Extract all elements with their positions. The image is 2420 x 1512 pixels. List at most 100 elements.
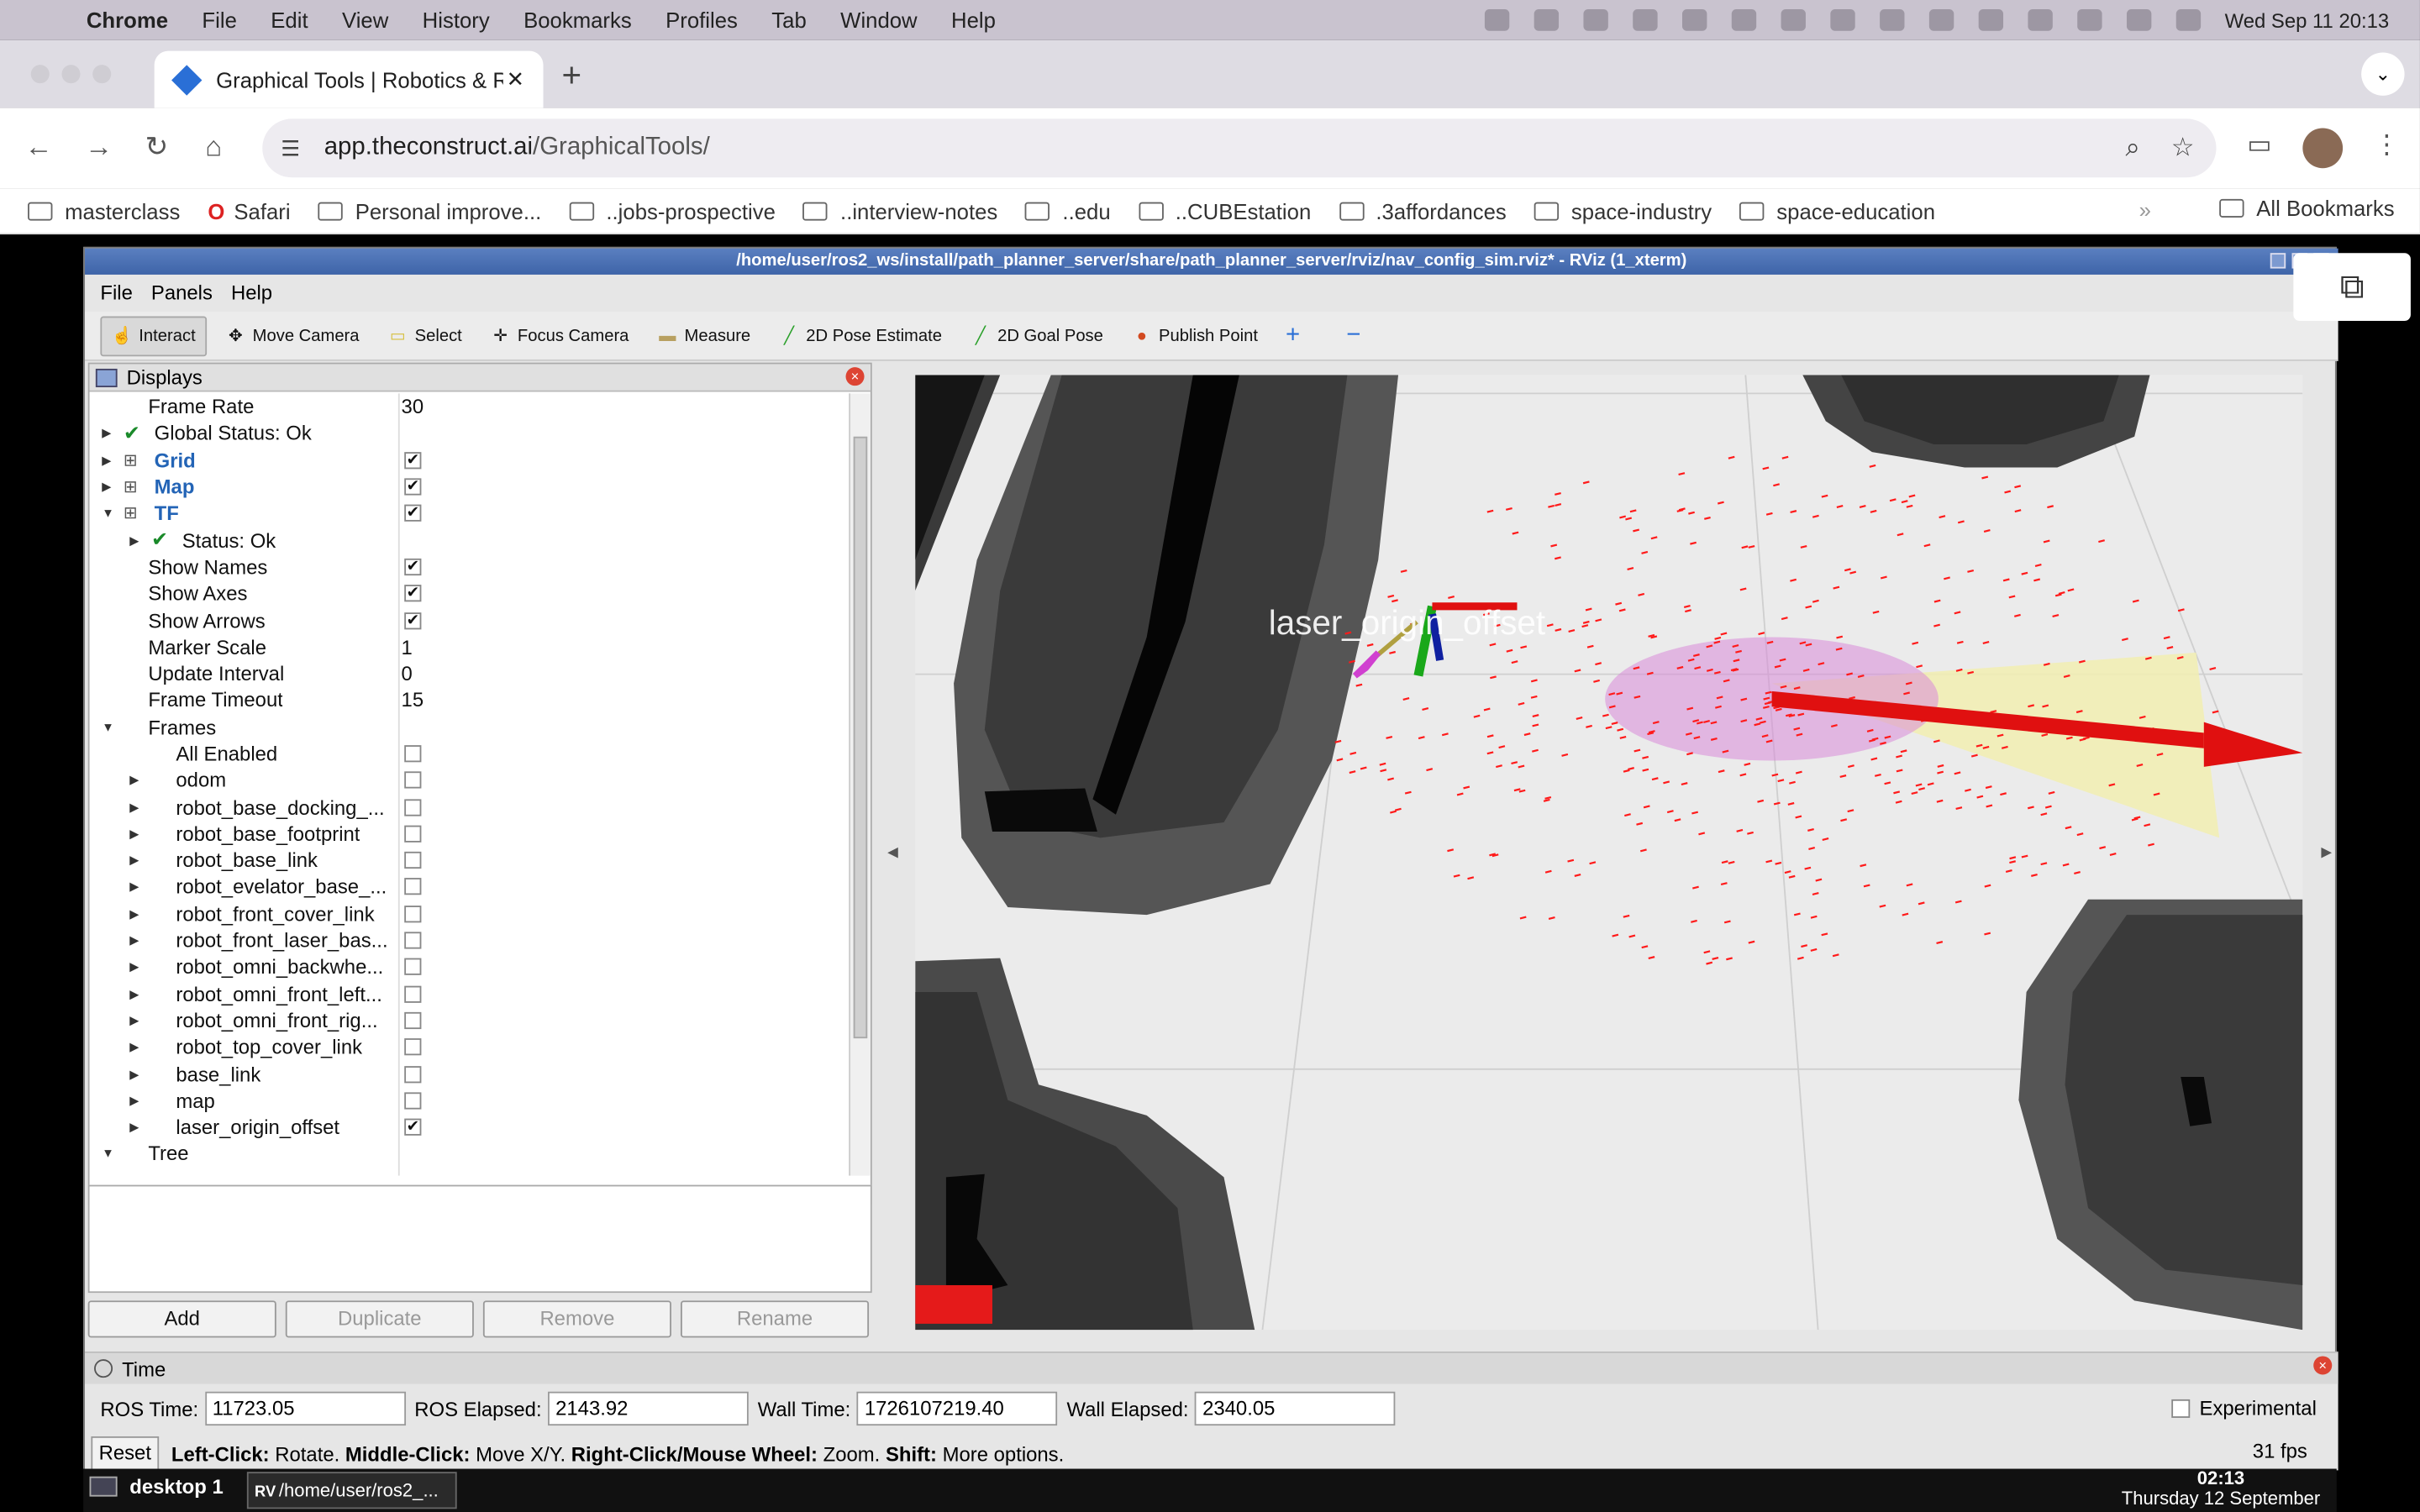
checkbox-unchecked[interactable]: [404, 745, 422, 763]
tree-row[interactable]: ▶ robot_evelator_base_...: [90, 874, 850, 900]
tool-measure[interactable]: ▬ Measure: [647, 316, 760, 356]
expand-arrow-icon[interactable]: ▶: [129, 960, 139, 974]
minimize-icon[interactable]: [2270, 253, 2286, 269]
volume-icon[interactable]: [1829, 9, 1854, 31]
collapse-left-icon[interactable]: ◀: [887, 844, 898, 861]
expand-arrow-icon[interactable]: ▶: [129, 1121, 139, 1135]
menu-profiles[interactable]: Profiles: [666, 8, 738, 32]
tool-move-camera[interactable]: ✥ Move Camera: [216, 316, 369, 356]
taskbar-rviz-task[interactable]: RV/home/user/ros2_...: [246, 1472, 457, 1509]
forward-icon[interactable]: →: [85, 131, 113, 164]
property-value[interactable]: 15: [402, 689, 424, 712]
ros-elapsed-field[interactable]: 2143.92: [547, 1391, 749, 1426]
tree-row[interactable]: ▶ robot_base_link: [90, 847, 850, 874]
tree-row[interactable]: ▶ ⊞ Map ✔: [90, 474, 850, 501]
checkbox-unchecked[interactable]: [404, 1065, 422, 1083]
all-bookmarks[interactable]: All Bookmarks: [2219, 196, 2395, 221]
checkbox-unchecked[interactable]: [404, 1038, 422, 1056]
expand-arrow-icon[interactable]: ▶: [129, 1040, 139, 1054]
wall-time-field[interactable]: 1726107219.40: [856, 1391, 1058, 1426]
wifi-icon[interactable]: [2027, 9, 2052, 31]
expand-arrow-icon[interactable]: ▶: [129, 533, 139, 548]
scrollbar-thumb[interactable]: [853, 436, 868, 1039]
tool-interact[interactable]: ☝ Interact: [100, 315, 207, 356]
expand-arrow-icon[interactable]: ▶: [129, 880, 139, 895]
site-info-icon[interactable]: ☰: [281, 135, 305, 161]
property-value[interactable]: 1: [402, 635, 413, 659]
expand-arrow-icon[interactable]: ▶: [129, 801, 139, 815]
cast-icon[interactable]: ▭: [2247, 129, 2272, 160]
checkbox-unchecked[interactable]: [404, 771, 422, 790]
tree-row[interactable]: Show Axes ✔: [90, 580, 850, 607]
experimental-toggle[interactable]: Experimental: [2171, 1396, 2317, 1420]
expand-arrow-icon[interactable]: ▶: [129, 1067, 139, 1081]
desktop-switcher[interactable]: desktop 1: [89, 1475, 224, 1498]
menu-edit[interactable]: Edit: [271, 8, 308, 32]
menu-file[interactable]: File: [202, 8, 236, 32]
tree-row[interactable]: Update Interval 0: [90, 660, 850, 687]
menu-tab[interactable]: Tab: [771, 8, 806, 32]
more-bookmarks-icon[interactable]: »: [2139, 197, 2151, 222]
checkbox-unchecked[interactable]: [404, 798, 422, 816]
expand-arrow-icon[interactable]: ▶: [129, 1094, 139, 1108]
reload-icon[interactable]: ↻: [145, 131, 169, 164]
tree-row[interactable]: Show Arrows ✔: [90, 607, 850, 634]
checkbox-unchecked[interactable]: [404, 878, 422, 896]
collapse-right-icon[interactable]: ▶: [2321, 844, 2332, 861]
tree-row[interactable]: All Enabled: [90, 740, 850, 767]
tree-row[interactable]: Frame Timeout 15: [90, 687, 850, 714]
popout-button[interactable]: ⧉: [2293, 253, 2411, 322]
tree-row[interactable]: ▶ robot_front_cover_link: [90, 900, 850, 927]
checkbox-unchecked[interactable]: [404, 852, 422, 869]
bookmark-item[interactable]: ..interview-notes: [802, 198, 997, 223]
checkbox-checked[interactable]: ✔: [404, 478, 422, 496]
tree-row[interactable]: ▶ ✔ Global Status: Ok: [90, 420, 850, 447]
profile-avatar[interactable]: [2302, 128, 2344, 169]
checkbox-checked[interactable]: ✔: [404, 612, 422, 629]
tool-select[interactable]: ▭ Select: [378, 316, 471, 356]
add-button[interactable]: Add: [87, 1300, 276, 1338]
rviz-title-bar[interactable]: /home/user/ros2_ws/install/path_planner_…: [85, 248, 2338, 275]
menu-window[interactable]: Window: [840, 8, 917, 32]
expand-arrow-icon[interactable]: ▶: [102, 454, 111, 468]
tree-row[interactable]: Marker Scale 1: [90, 633, 850, 660]
expand-arrow-icon[interactable]: ▶: [129, 907, 139, 921]
bookmark-item[interactable]: .3affordances: [1339, 198, 1507, 223]
play-icon[interactable]: [1632, 9, 1657, 31]
render-viewport[interactable]: laser_origin_offset: [915, 375, 2303, 1331]
bookmark-item[interactable]: ..CUBEstation: [1138, 198, 1311, 223]
expand-arrow-icon[interactable]: ▶: [129, 1014, 139, 1028]
checkbox-checked[interactable]: ✔: [404, 558, 422, 575]
back-icon[interactable]: ←: [24, 131, 52, 164]
tree-row[interactable]: ▶ robot_omni_front_left...: [90, 980, 850, 1007]
new-tab-button[interactable]: +: [562, 55, 582, 96]
dropbox-icon[interactable]: [1483, 9, 1509, 31]
tree-row[interactable]: ▶ ✔ Status: Ok: [90, 527, 850, 554]
tree-row[interactable]: ▼ ⊞ TF ✔: [90, 500, 850, 527]
bluetooth-icon[interactable]: [1928, 9, 1954, 31]
menu-view[interactable]: View: [342, 8, 388, 32]
zoom-icon[interactable]: ⌕: [2126, 133, 2141, 164]
bookmark-star-icon[interactable]: ☆: [2171, 133, 2195, 164]
expand-arrow-icon[interactable]: ▶: [129, 774, 139, 788]
clock[interactable]: Wed Sep 11 20:13: [2225, 8, 2390, 32]
menu-help[interactable]: Help: [951, 8, 996, 32]
wall-elapsed-field[interactable]: 2340.05: [1194, 1391, 1396, 1426]
menu-app-chrome[interactable]: Chrome: [87, 8, 168, 32]
checkbox-unchecked[interactable]: [404, 958, 422, 976]
add-tool-icon[interactable]: +: [1276, 316, 1309, 356]
rviz-menu-help[interactable]: Help: [231, 280, 272, 303]
tree-row[interactable]: ▶ ⊞ Grid ✔: [90, 447, 850, 474]
tree-row[interactable]: ▼ Tree: [90, 1141, 850, 1168]
tree-row[interactable]: Show Names ✔: [90, 554, 850, 580]
chrome-menu-icon[interactable]: ⋮: [2374, 129, 2400, 160]
bookmark-item[interactable]: masterclass: [28, 198, 180, 223]
close-tab-icon[interactable]: ✕: [503, 66, 528, 92]
expand-arrow-icon[interactable]: ▶: [102, 427, 111, 441]
tree-row[interactable]: ▶ map: [90, 1087, 850, 1114]
ros-time-field[interactable]: 11723.05: [204, 1391, 406, 1426]
tab-graphical-tools[interactable]: Graphical Tools | Robotics & R ✕: [154, 50, 544, 108]
bookmark-item[interactable]: ..jobs-prospective: [569, 198, 776, 223]
tool-focus-camera[interactable]: ✛ Focus Camera: [481, 316, 639, 356]
triangle-icon[interactable]: [1582, 9, 1607, 31]
